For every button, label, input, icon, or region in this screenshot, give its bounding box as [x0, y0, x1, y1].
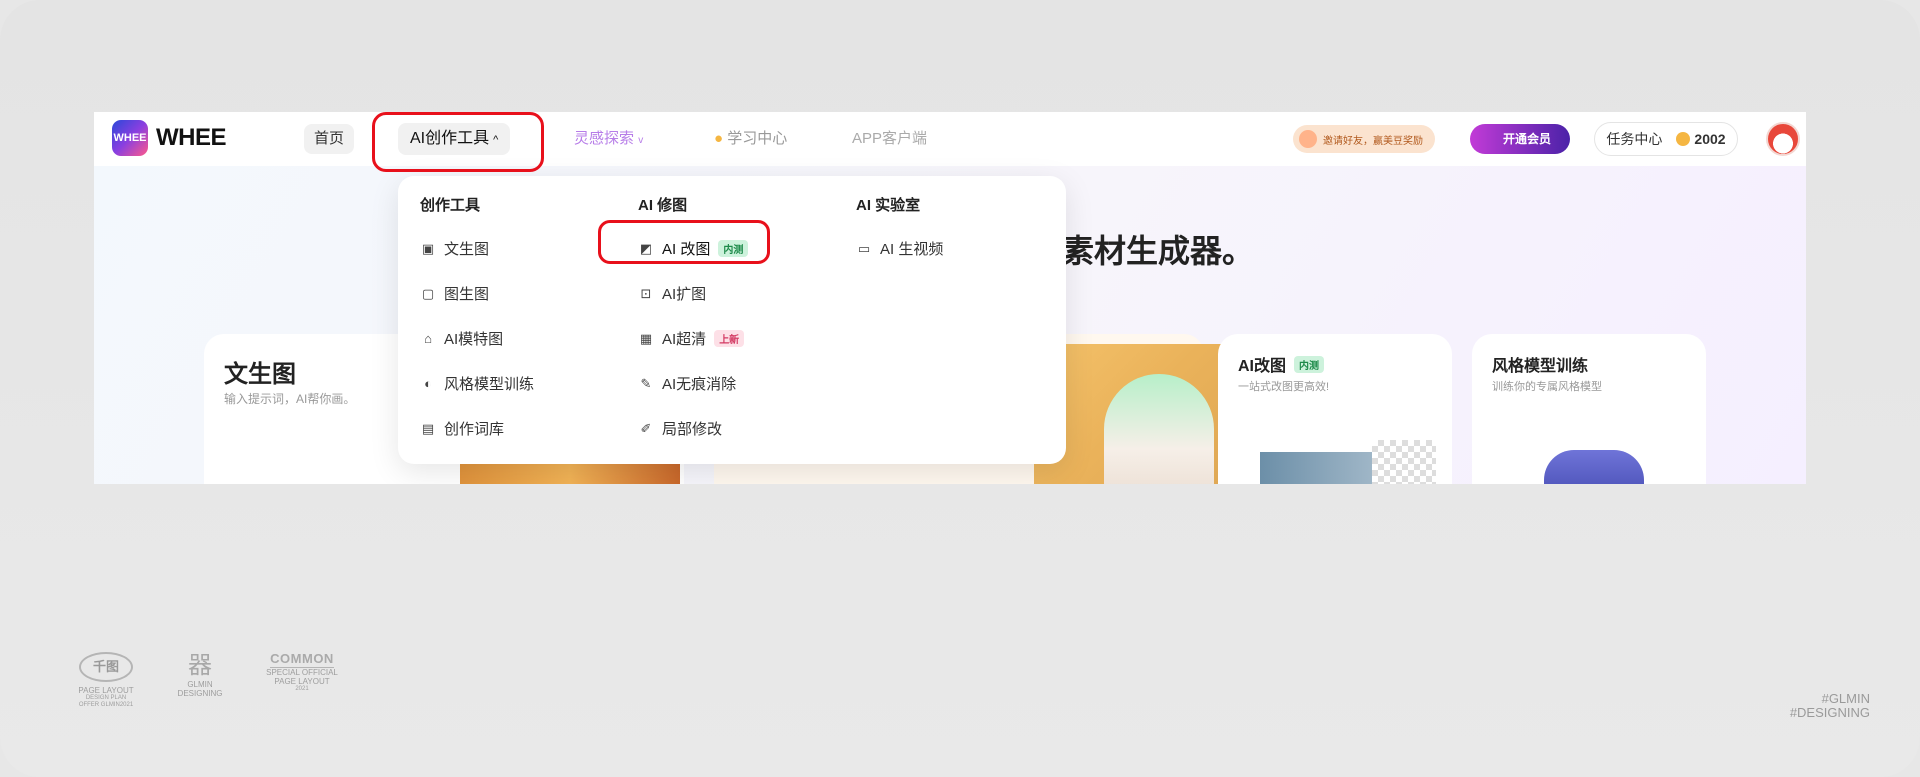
image-text-icon: ▣ [421, 240, 435, 256]
eraser-icon: ✎ [640, 375, 652, 391]
card-title-text: AI改图 [1238, 358, 1287, 375]
brush-icon: ✐ [640, 420, 652, 436]
gift-icon [1299, 130, 1317, 148]
footer-hashtags: #GLMIN #DESIGNING [1789, 691, 1870, 721]
footer-text: OFFER GLMIN2021 [78, 702, 134, 709]
menu-item-label: AI无痕消除 [662, 376, 737, 393]
footer-text: GLMIN [187, 680, 213, 689]
card-subtitle: 一站式改图更高效! [1238, 381, 1330, 393]
menu-item-ai-edit[interactable]: ◩ AI 改图 内测 [638, 226, 749, 271]
footer-text: PAGE LAYOUT [78, 686, 134, 695]
menu-item-label: 创作词库 [444, 421, 505, 438]
invite-promo-pill[interactable]: 邀请好友，赢美豆奖励 [1293, 125, 1435, 153]
menu-item-ai-hd[interactable]: ▦ AI超清 上新 [638, 316, 748, 361]
card-subtitle: 输入提示词，AI帮你画。 [224, 392, 356, 406]
beta-badge: 内测 [1294, 355, 1325, 373]
promo-text: 邀请好友，赢美豆奖励 [1323, 135, 1423, 147]
menu-item-label: 图生图 [444, 286, 490, 303]
edit-image-icon: ◩ [639, 240, 653, 256]
user-avatar[interactable] [1766, 122, 1800, 156]
task-center-box[interactable]: 任务中心 2002 [1594, 122, 1738, 156]
menu-item-word-library[interactable]: ▤ 创作词库 [420, 406, 534, 451]
video-icon: ▭ [857, 240, 871, 256]
nav-explore-label: 灵感探索 [574, 130, 635, 147]
footer-mark-page-layout: 千图 PAGE LAYOUT DESIGN PLAN OFFER GLMIN20… [70, 652, 142, 709]
footer-text: PAGE LAYOUT [274, 677, 330, 687]
palette-icon: ◐ [424, 375, 432, 391]
photo-artwork [1260, 452, 1372, 484]
chevron-up-icon: ^ [493, 134, 499, 146]
image-to-image-icon: ▢ [421, 285, 435, 301]
coin-icon [1676, 132, 1691, 146]
footer-text: SPECIAL OFFICIAL [266, 667, 338, 677]
card-title: 文生图 [224, 361, 296, 388]
menu-item-label: AI扩图 [662, 286, 707, 303]
nav-ai-tools-label: AI创作工具 [410, 130, 490, 147]
dropdown-heading: 创作工具 [420, 197, 481, 214]
menu-item-local-edit[interactable]: ✐ 局部修改 [638, 406, 748, 451]
beta-badge: 内测 [718, 240, 749, 257]
menu-item-label: 文生图 [444, 241, 490, 258]
logo-text: WHEE [156, 124, 227, 151]
footer-badge: 千图 [79, 652, 133, 682]
menu-item-label: AI超清 [662, 331, 707, 348]
lightbulb-icon: ● [714, 130, 724, 147]
menu-item-label: 风格模型训练 [444, 376, 535, 393]
nav-learn[interactable]: ● 学习中心 [704, 124, 797, 154]
footer-text: DESIGNING [177, 689, 223, 699]
nav-explore[interactable]: 灵感探索 v [564, 124, 653, 154]
card-title: 风格模型训练 [1492, 358, 1589, 375]
transparent-artwork [1372, 440, 1436, 484]
hashtag-text: #GLMIN [1821, 691, 1870, 706]
hd-icon: ▦ [639, 330, 653, 346]
app-screenshot: WHEE WHEE 首页 AI创作工具 ^ 灵感探索 v ● 学习中心 APP客户… [94, 112, 1806, 484]
footer-title: COMMON [270, 651, 334, 668]
menu-item-ai-model[interactable]: ⌂ AI模特图 [420, 316, 534, 361]
footer-text: DESIGN PLAN [85, 695, 127, 702]
footer-text: 2021 [295, 686, 309, 693]
ai-tools-dropdown: 创作工具 ▣ 文生图 ▢ 图生图 ⌂ AI模特图 ◐ 风格模型训练 ▤ 创作词库 AI 修… [398, 176, 1066, 464]
doll-figure [1104, 374, 1214, 484]
book-icon: ▤ [421, 420, 435, 436]
menu-item-label: 局部修改 [662, 421, 723, 438]
footer-mark-glmin: 器 GLMIN DESIGNING [170, 652, 230, 698]
menu-item-label: AI 改图 [662, 241, 711, 258]
hashtag-text: #DESIGNING [1789, 705, 1870, 721]
model-figure-icon: ⌂ [424, 330, 432, 346]
chevron-down-icon: v [638, 135, 644, 146]
menu-item-ai-eraser[interactable]: ✎ AI无痕消除 [638, 361, 748, 406]
menu-item-text-to-image[interactable]: ▣ 文生图 [420, 226, 534, 271]
menu-item-label: AI模特图 [444, 331, 504, 348]
top-navigation-bar: WHEE WHEE 首页 AI创作工具 ^ 灵感探索 v ● 学习中心 APP客户… [94, 112, 1806, 166]
bear-artwork [1544, 450, 1644, 484]
nav-app-client[interactable]: APP客户端 [842, 124, 937, 154]
dropdown-column-creation: 创作工具 ▣ 文生图 ▢ 图生图 ⌂ AI模特图 ◐ 风格模型训练 ▤ 创作词库 [420, 194, 534, 451]
menu-item-ai-video[interactable]: ▭ AI 生视频 [856, 226, 944, 271]
dropdown-heading: AI 实验室 [856, 197, 921, 214]
card-subtitle: 训练你的专属风格模型 [1492, 381, 1602, 393]
footer-mark-common: COMMON SPECIAL OFFICIAL PAGE LAYOUT 2021 [262, 651, 342, 693]
brand-logo[interactable]: WHEE WHEE [112, 120, 227, 156]
coin-count: 2002 [1694, 131, 1726, 147]
task-center-label[interactable]: 任务中心 [1606, 129, 1662, 149]
dropdown-heading: AI 修图 [638, 197, 688, 214]
menu-item-image-to-image[interactable]: ▢ 图生图 [420, 271, 534, 316]
glmin-logo-icon: 器 [188, 652, 212, 679]
menu-item-label: AI 生视频 [880, 241, 944, 258]
menu-item-ai-expand[interactable]: ⊡ AI扩图 [638, 271, 748, 316]
card-title: AI改图 内测 [1238, 352, 1325, 376]
nav-ai-tools[interactable]: AI创作工具 ^ [398, 123, 511, 155]
dropdown-column-retouch: AI 修图 ◩ AI 改图 内测 ⊡ AI扩图 ▦ AI超清 上新 ✎ AI无痕消除 ✐ 局部… [638, 194, 749, 451]
expand-icon: ⊡ [640, 285, 652, 301]
nav-learn-label: 学习中心 [727, 130, 788, 147]
nav-home[interactable]: 首页 [304, 124, 355, 154]
coin-balance: 2002 [1676, 131, 1726, 147]
hero-title: 素材生成器。 [1062, 233, 1255, 269]
logo-mark-icon: WHEE [112, 120, 148, 156]
new-badge: 上新 [714, 330, 745, 347]
dropdown-column-lab: AI 实验室 ▭ AI 生视频 [856, 194, 943, 271]
card-artwork [460, 462, 680, 484]
vip-button[interactable]: 开通会员 [1470, 124, 1570, 154]
menu-item-style-training[interactable]: ◐ 风格模型训练 [420, 361, 534, 406]
